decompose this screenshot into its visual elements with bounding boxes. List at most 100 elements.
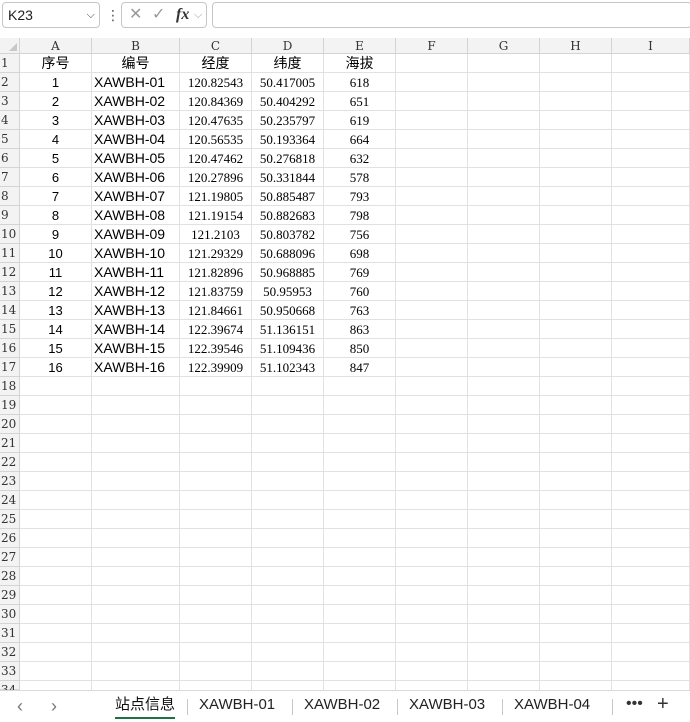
empty-cell[interactable] (612, 434, 690, 453)
cell-longitude[interactable]: 120.56535 (180, 130, 252, 149)
empty-cell[interactable] (540, 54, 612, 73)
empty-cell[interactable] (180, 472, 252, 491)
cell-latitude[interactable]: 50.276818 (252, 149, 324, 168)
empty-cell[interactable] (396, 681, 468, 690)
empty-cell[interactable] (612, 168, 690, 187)
row-header[interactable]: 31 (0, 624, 20, 643)
cell-seq[interactable]: 14 (20, 320, 92, 339)
empty-cell[interactable] (396, 396, 468, 415)
empty-cell[interactable] (540, 567, 612, 586)
cell-latitude[interactable]: 50.417005 (252, 73, 324, 92)
empty-cell[interactable] (540, 396, 612, 415)
row-header[interactable]: 32 (0, 643, 20, 662)
sheet-tab[interactable]: XAWBH-02 (304, 691, 380, 722)
cell-longitude[interactable]: 120.47635 (180, 111, 252, 130)
empty-cell[interactable] (92, 396, 180, 415)
empty-cell[interactable] (468, 54, 540, 73)
cell-latitude[interactable]: 50.885487 (252, 187, 324, 206)
empty-cell[interactable] (396, 263, 468, 282)
cell-longitude[interactable]: 121.2103 (180, 225, 252, 244)
empty-cell[interactable] (540, 244, 612, 263)
empty-cell[interactable] (540, 168, 612, 187)
empty-cell[interactable] (20, 624, 92, 643)
row-header[interactable]: 15 (0, 320, 20, 339)
cell-altitude[interactable]: 619 (324, 111, 396, 130)
empty-cell[interactable] (468, 225, 540, 244)
row-header[interactable]: 21 (0, 434, 20, 453)
empty-cell[interactable] (180, 396, 252, 415)
empty-cell[interactable] (612, 605, 690, 624)
empty-cell[interactable] (612, 320, 690, 339)
empty-cell[interactable] (180, 624, 252, 643)
column-header-i[interactable]: I (612, 38, 690, 54)
cell-altitude[interactable]: 756 (324, 225, 396, 244)
empty-cell[interactable] (612, 643, 690, 662)
empty-cell[interactable] (252, 377, 324, 396)
row-header[interactable]: 13 (0, 282, 20, 301)
cell-longitude[interactable]: 121.84661 (180, 301, 252, 320)
cell-latitude[interactable]: 51.102343 (252, 358, 324, 377)
empty-cell[interactable] (252, 510, 324, 529)
empty-cell[interactable] (20, 548, 92, 567)
empty-cell[interactable] (612, 225, 690, 244)
row-header[interactable]: 12 (0, 263, 20, 282)
empty-cell[interactable] (252, 396, 324, 415)
empty-cell[interactable] (252, 605, 324, 624)
cell-seq[interactable]: 1 (20, 73, 92, 92)
cell-altitude[interactable]: 863 (324, 320, 396, 339)
empty-cell[interactable] (540, 225, 612, 244)
cell-longitude[interactable]: 122.39546 (180, 339, 252, 358)
empty-cell[interactable] (252, 415, 324, 434)
empty-cell[interactable] (92, 510, 180, 529)
empty-cell[interactable] (396, 586, 468, 605)
empty-cell[interactable] (396, 662, 468, 681)
empty-cell[interactable] (20, 662, 92, 681)
empty-cell[interactable] (468, 377, 540, 396)
empty-cell[interactable] (324, 529, 396, 548)
cell-altitude[interactable]: 798 (324, 206, 396, 225)
cell-altitude[interactable]: 651 (324, 92, 396, 111)
cell-latitude[interactable]: 50.235797 (252, 111, 324, 130)
cell-seq[interactable]: 13 (20, 301, 92, 320)
cell-longitude[interactable]: 121.19154 (180, 206, 252, 225)
empty-cell[interactable] (540, 339, 612, 358)
cell-code[interactable]: XAWBH-14 (92, 320, 180, 339)
row-header[interactable]: 1 (0, 54, 20, 73)
empty-cell[interactable] (540, 643, 612, 662)
header-cell-code[interactable]: 编号 (92, 54, 180, 73)
cell-latitude[interactable]: 50.95953 (252, 282, 324, 301)
empty-cell[interactable] (180, 453, 252, 472)
cell-latitude[interactable]: 50.193364 (252, 130, 324, 149)
empty-cell[interactable] (540, 529, 612, 548)
row-header[interactable]: 17 (0, 358, 20, 377)
cell-code[interactable]: XAWBH-10 (92, 244, 180, 263)
empty-cell[interactable] (20, 529, 92, 548)
empty-cell[interactable] (180, 605, 252, 624)
cell-longitude[interactable]: 120.84369 (180, 92, 252, 111)
empty-cell[interactable] (468, 282, 540, 301)
cell-altitude[interactable]: 763 (324, 301, 396, 320)
empty-cell[interactable] (396, 92, 468, 111)
empty-cell[interactable] (396, 130, 468, 149)
empty-cell[interactable] (396, 111, 468, 130)
empty-cell[interactable] (396, 54, 468, 73)
cell-latitude[interactable]: 50.950668 (252, 301, 324, 320)
empty-cell[interactable] (324, 491, 396, 510)
empty-cell[interactable] (252, 453, 324, 472)
empty-cell[interactable] (612, 624, 690, 643)
cell-altitude[interactable]: 760 (324, 282, 396, 301)
enter-icon[interactable]: ✓ (152, 6, 165, 24)
cell-altitude[interactable]: 850 (324, 339, 396, 358)
empty-cell[interactable] (612, 73, 690, 92)
row-header[interactable]: 27 (0, 548, 20, 567)
empty-cell[interactable] (396, 282, 468, 301)
more-sheets-icon[interactable]: ••• (626, 695, 643, 713)
empty-cell[interactable] (324, 396, 396, 415)
empty-cell[interactable] (468, 339, 540, 358)
cell-latitude[interactable]: 50.331844 (252, 168, 324, 187)
row-header[interactable]: 14 (0, 301, 20, 320)
row-header[interactable]: 16 (0, 339, 20, 358)
empty-cell[interactable] (324, 453, 396, 472)
cell-longitude[interactable]: 121.19805 (180, 187, 252, 206)
empty-cell[interactable] (612, 510, 690, 529)
